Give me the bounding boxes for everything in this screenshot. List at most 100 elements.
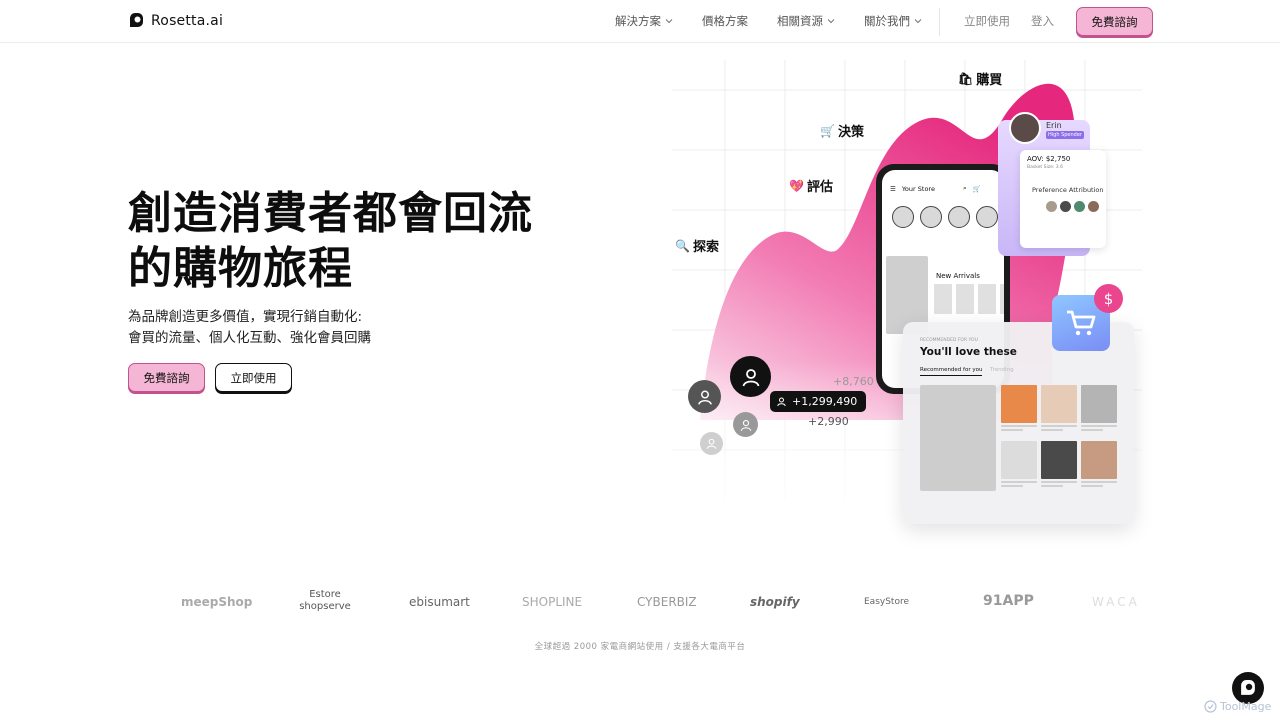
step-evaluate-label: 評估	[806, 180, 833, 195]
category-circle	[892, 206, 914, 228]
user-icon	[697, 390, 712, 405]
user-count-badge: +1,299,490	[770, 391, 867, 412]
chevron-down-icon	[665, 19, 673, 24]
product-thumbnail	[956, 284, 974, 314]
product-thumbnail	[1000, 284, 1004, 314]
category-circles	[892, 206, 998, 228]
gem-heart-icon: 💖	[789, 178, 804, 193]
customer-tag: High Spender	[1046, 131, 1084, 139]
dollar-icon: $	[1094, 284, 1123, 313]
step-buy-label: 購買	[976, 73, 1003, 88]
user-avatar-tiny	[700, 432, 723, 455]
preference-color-dots	[1046, 201, 1099, 212]
recommendation-grid	[1001, 385, 1117, 493]
recommendation-item	[1001, 385, 1037, 437]
partner-logo-91app: 91APP	[983, 593, 1034, 609]
recommendation-main-image	[920, 385, 996, 491]
partner-logo-cyberbiz: CYBERBIZ	[637, 595, 697, 609]
nav-try-now-label: 立即使用	[964, 14, 1010, 28]
user-icon	[742, 368, 759, 386]
nav-try-now[interactable]: 立即使用	[964, 13, 1010, 29]
step-evaluate: 💖 評估	[789, 176, 833, 196]
partner-logo-shopline: SHOPLINE	[522, 595, 583, 609]
preference-dot	[1060, 201, 1071, 212]
partner-logo-easystore: EasyStore	[864, 597, 910, 607]
phone-header: ☰ Your Store ⌕ 🛒	[890, 184, 981, 193]
basket-size: Basket Size: 3.6	[1027, 165, 1063, 170]
step-explore: 🔍 探索	[675, 236, 719, 256]
step-buy: 🛍 購買	[958, 69, 1003, 89]
new-arrivals-title: New Arrivals	[936, 272, 980, 280]
nav-about-label: 關於我們	[864, 14, 910, 28]
brand-name: Rosetta.ai	[151, 12, 224, 29]
rosetta-logo-icon	[130, 13, 143, 27]
nav-consult-button[interactable]: 免費諮詢	[1076, 7, 1153, 36]
partner-logo-estore: Estore shopserve	[299, 589, 351, 612]
hero-subtitle-line-2: 會買的流量、個人化互動、強化會員回購	[128, 330, 371, 346]
user-avatar-medium	[688, 380, 721, 413]
category-circle	[920, 206, 942, 228]
step-decide: 🛒 決策	[820, 121, 864, 141]
partner-logo-ebisumart: ebisumart	[409, 595, 470, 609]
watermark: ToolMage	[1204, 700, 1271, 713]
hero-subtitle: 為品牌創造更多價值，實現行銷自動化: 會買的流量、個人化互動、強化會員回購	[128, 307, 371, 349]
partner-logos: meepShop Estore shopserve ebisumart SHOP…	[0, 585, 1280, 621]
customer-name: Erin	[1046, 121, 1062, 130]
recommendation-item	[1041, 385, 1077, 437]
shopping-bag-icon: 🛍	[958, 71, 974, 86]
nav-solutions-label: 解決方案	[615, 14, 661, 28]
chevron-down-icon	[914, 19, 922, 24]
recommendation-item	[1081, 385, 1117, 437]
product-thumbnails	[934, 284, 1004, 314]
step-decide-label: 決策	[837, 125, 864, 140]
hero-title-line-2: 的購物旅程	[128, 243, 353, 294]
hero-subtitle-line-1: 為品牌創造更多價值，實現行銷自動化:	[128, 309, 363, 325]
recommendation-item	[1081, 441, 1117, 493]
preference-dot	[1074, 201, 1085, 212]
nav-resources-label: 相關資源	[777, 14, 823, 28]
chat-icon	[1241, 680, 1255, 695]
nav-resources[interactable]: 相關資源	[777, 13, 835, 29]
menu-icon: ☰	[890, 184, 896, 193]
step-explore-label: 探索	[692, 240, 719, 255]
partners-footnote: 全球超過 2000 家電商網站使用 / 支援各大電商平台	[534, 642, 746, 652]
product-thumbnail	[978, 284, 996, 314]
user-count-main: +1,299,490	[792, 395, 858, 408]
shopping-cart-icon	[1067, 310, 1096, 336]
chevron-down-icon	[827, 19, 835, 24]
watermark-logo-icon	[1204, 700, 1217, 713]
magnifier-icon: 🔍	[675, 238, 690, 253]
recommendation-item	[1041, 441, 1077, 493]
preference-title: Preference Attribution	[1032, 186, 1104, 194]
store-title: Your Store	[901, 184, 935, 193]
recommendation-tab-trending: Trending	[990, 367, 1014, 373]
partner-logo-shopify: shopify	[750, 595, 800, 609]
hero-consult-button[interactable]: 免費諮詢	[128, 363, 205, 392]
nav-solutions[interactable]: 解決方案	[615, 13, 673, 29]
watermark-text: ToolMage	[1220, 700, 1272, 713]
recommendation-tab-active: Recommended for you	[920, 367, 983, 376]
partner-logo-waca: WACA	[1092, 595, 1140, 609]
preference-dot	[1046, 201, 1057, 212]
cart-icon: 🛒	[972, 184, 981, 193]
nav-login[interactable]: 登入	[1031, 13, 1054, 29]
user-avatar-small	[733, 412, 758, 437]
nav-pricing[interactable]: 價格方案	[702, 13, 748, 29]
nav-pricing-label: 價格方案	[702, 14, 748, 28]
user-count-lower: +2,990	[808, 415, 849, 428]
recommendation-title: You'll love these	[920, 346, 1017, 358]
user-avatar-large	[730, 356, 771, 397]
hero-title: 創造消費者都會回流 的購物旅程	[128, 186, 533, 296]
category-circle	[976, 206, 998, 228]
hero-try-button[interactable]: 立即使用	[215, 363, 292, 392]
nav-about[interactable]: 關於我們	[864, 13, 922, 29]
cart-icon: 🛒	[820, 123, 835, 138]
nav-login-label: 登入	[1031, 14, 1054, 28]
recommendation-item	[1001, 441, 1037, 493]
search-icon: ⌕	[962, 184, 967, 192]
hero-title-line-1: 創造消費者都會回流	[128, 188, 533, 239]
user-icon	[777, 397, 786, 407]
user-count-upper: +8,760	[833, 375, 874, 388]
brand-logo[interactable]: Rosetta.ai	[128, 12, 223, 29]
aov-value: AOV: $2,750	[1027, 155, 1071, 163]
